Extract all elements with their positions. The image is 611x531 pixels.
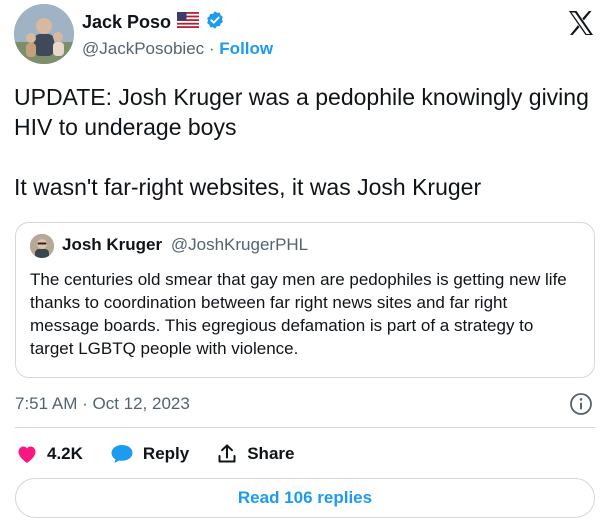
us-flag-icon <box>176 11 200 33</box>
author-avatar[interactable] <box>14 4 74 64</box>
info-icon[interactable] <box>569 392 593 416</box>
heart-icon <box>15 442 39 466</box>
quoted-author-handle: @JoshKrugerPHL <box>170 235 309 254</box>
handle-separator: · <box>208 39 215 58</box>
tweet-text-line: It wasn't far-right websites, it was Jos… <box>14 174 482 200</box>
verified-badge-icon <box>205 10 225 35</box>
tweet-text-line: UPDATE: Josh Kruger was a pedophile know… <box>14 84 589 140</box>
share-button[interactable]: Share <box>215 442 294 466</box>
tweet-card: Jack Poso @JackPosobiec · Follow UPDATE:… <box>0 0 611 531</box>
timestamp[interactable]: 7:51 AM · Oct 12, 2023 <box>15 394 190 414</box>
like-count: 4.2K <box>47 444 83 463</box>
divider <box>15 427 595 428</box>
like-button[interactable]: 4.2K <box>15 442 83 466</box>
author-name-row: Jack Poso <box>82 10 225 35</box>
follow-button[interactable]: Follow <box>219 39 273 58</box>
author-handle-row: @JackPosobiec · Follow <box>82 39 273 59</box>
read-replies-button[interactable]: Read 106 replies <box>15 478 595 518</box>
quoted-tweet[interactable]: Josh Kruger @JoshKrugerPHL The centuries… <box>15 222 595 378</box>
reply-label: Reply <box>142 444 190 463</box>
action-bar: 4.2K Reply Share <box>15 440 320 468</box>
quoted-author-name: Josh Kruger <box>62 235 163 254</box>
quoted-tweet-text: The centuries old smear that gay men are… <box>30 270 567 358</box>
reply-button[interactable]: Reply <box>109 442 189 466</box>
share-icon <box>215 442 239 466</box>
x-logo-icon[interactable] <box>566 8 596 38</box>
reply-bubble-icon <box>109 442 135 466</box>
author-handle[interactable]: @JackPosobiec <box>82 39 204 58</box>
author-name[interactable]: Jack Poso <box>82 12 171 33</box>
share-label: Share <box>247 444 295 463</box>
quoted-author-avatar <box>30 234 54 258</box>
quoted-author-row: Josh Kruger @JoshKrugerPHL <box>62 235 308 255</box>
tweet-text: UPDATE: Josh Kruger was a pedophile know… <box>14 82 599 202</box>
